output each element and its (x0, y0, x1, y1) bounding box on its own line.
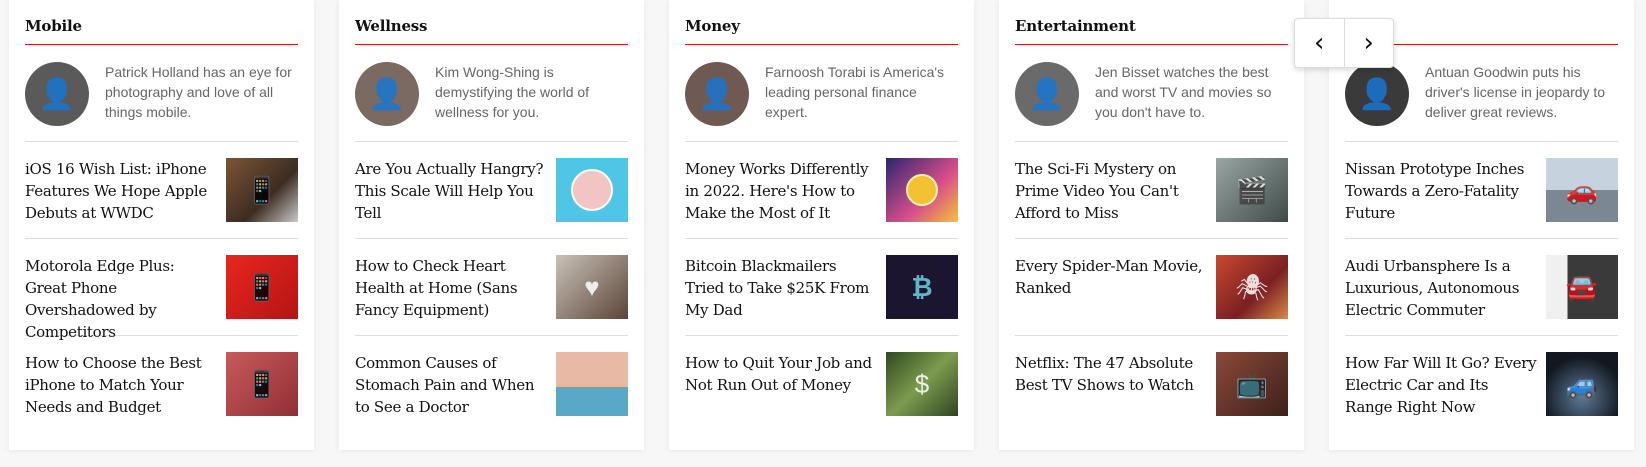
story-headline[interactable]: Common Causes of Stomach Pain and When t… (355, 352, 547, 418)
story-item[interactable]: Nissan Prototype Inches Towards a Zero-F… (1345, 142, 1618, 239)
category-card-mobile: Mobile 👤 Patrick Holland has an eye for … (9, 0, 314, 450)
person-icon: 👤 (1028, 77, 1066, 111)
story-thumbnail[interactable]: 🎬 (1216, 158, 1288, 222)
story-item[interactable]: Netflix: The 47 Absolute Best TV Shows t… (1015, 336, 1288, 433)
author-avatar[interactable]: 👤 (1345, 62, 1409, 126)
author-bio[interactable]: Farnoosh Torabi is America's leading per… (765, 62, 958, 122)
story-thumbnail[interactable]: $ (886, 352, 958, 416)
person-icon: 👤 (368, 77, 406, 111)
story-item[interactable]: The Sci-Fi Mystery on Prime Video You Ca… (1015, 142, 1288, 239)
story-thumbnail[interactable]: 🕷 (1216, 255, 1288, 319)
story-item[interactable]: Common Causes of Stomach Pain and When t… (355, 336, 628, 433)
story-item[interactable]: How to Choose the Best iPhone to Match Y… (25, 336, 298, 433)
story-item[interactable]: How to Check Heart Health at Home (Sans … (355, 239, 628, 336)
author-block[interactable]: 👤 Patrick Holland has an eye for photogr… (25, 45, 298, 142)
story-headline[interactable]: Every Spider-Man Movie, Ranked (1015, 255, 1207, 299)
carousel-controls: ‹ › (1294, 18, 1394, 68)
story-thumbnail[interactable]: 🚗 (1546, 158, 1618, 222)
story-thumbnail[interactable]: ₿ (886, 255, 958, 319)
story-item[interactable]: How Far Will It Go? Every Electric Car a… (1345, 336, 1618, 433)
author-avatar[interactable]: 👤 (685, 62, 749, 126)
story-headline[interactable]: How to Quit Your Job and Not Run Out of … (685, 352, 877, 396)
story-headline[interactable]: Are You Actually Hangry? This Scale Will… (355, 158, 547, 224)
author-avatar[interactable]: 👤 (1015, 62, 1079, 126)
coin-icon (906, 174, 938, 206)
story-headline[interactable]: Nissan Prototype Inches Towards a Zero-F… (1345, 158, 1537, 224)
story-item[interactable]: iOS 16 Wish List: iPhone Features We Hop… (25, 142, 298, 239)
story-item[interactable]: Every Spider-Man Movie, Ranked 🕷 (1015, 239, 1288, 336)
chevron-left-icon: ‹ (1314, 28, 1325, 58)
author-block[interactable]: 👤 Kim Wong-Shing is demystifying the wor… (355, 45, 628, 142)
category-title[interactable]: Money (685, 0, 958, 45)
author-bio[interactable]: Patrick Holland has an eye for photograp… (105, 62, 298, 122)
story-item[interactable]: Are You Actually Hangry? This Scale Will… (355, 142, 628, 239)
story-thumbnail[interactable]: 🚘 (1546, 255, 1618, 319)
author-bio[interactable]: Antuan Goodwin puts his driver's license… (1425, 62, 1618, 122)
scale-icon (571, 169, 613, 211)
story-item[interactable]: How to Quit Your Job and Not Run Out of … (685, 336, 958, 433)
story-headline[interactable]: Netflix: The 47 Absolute Best TV Shows t… (1015, 352, 1207, 396)
category-title[interactable]: Entertainment (1015, 0, 1288, 45)
phone-icon: 📱 (245, 174, 279, 205)
story-item[interactable]: Money Works Differently in 2022. Here's … (685, 142, 958, 239)
author-avatar[interactable]: 👤 (355, 62, 419, 126)
film-icon: 🎬 (1235, 174, 1269, 205)
author-bio[interactable]: Kim Wong-Shing is demystifying the world… (435, 62, 628, 122)
author-avatar[interactable]: 👤 (25, 62, 89, 126)
story-headline[interactable]: How Far Will It Go? Every Electric Car a… (1345, 352, 1537, 418)
story-thumbnail[interactable]: 📺 (1216, 352, 1288, 416)
story-headline[interactable]: iOS 16 Wish List: iPhone Features We Hop… (25, 158, 217, 224)
story-thumbnail[interactable]: ♥ (556, 255, 628, 319)
category-card-wellness: Wellness 👤 Kim Wong-Shing is demystifyin… (339, 0, 644, 450)
phone-icon: 📱 (245, 368, 279, 399)
story-item[interactable]: Audi Urbansphere Is a Luxurious, Autonom… (1345, 239, 1618, 336)
heart-icon: ♥ (584, 271, 600, 302)
phone-icon: 📱 (245, 271, 279, 302)
bitcoin-icon: ₿ (911, 271, 933, 302)
author-block[interactable]: 👤 Jen Bisset watches the best and worst … (1015, 45, 1288, 142)
person-icon: 👤 (38, 77, 76, 111)
chevron-right-icon: › (1363, 28, 1374, 58)
tv-icon: 📺 (1235, 368, 1269, 399)
story-thumbnail[interactable]: 🚙 (1546, 352, 1618, 416)
film-icon: 🕷 (1235, 271, 1269, 302)
story-item[interactable]: Motorola Edge Plus: Great Phone Overshad… (25, 239, 298, 341)
category-title[interactable]: Wellness (355, 0, 628, 45)
story-headline[interactable]: How to Choose the Best iPhone to Match Y… (25, 352, 217, 418)
category-card-entertainment: Entertainment 👤 Jen Bisset watches the b… (999, 0, 1304, 450)
story-thumbnail[interactable]: 📱 (226, 352, 298, 416)
carousel-next-button[interactable]: › (1343, 19, 1394, 67)
car-icon: 🚙 (1565, 368, 1599, 399)
car-icon: 🚗 (1565, 174, 1599, 205)
person-icon: 👤 (1358, 77, 1396, 111)
carousel-prev-button[interactable]: ‹ (1295, 19, 1344, 67)
story-headline[interactable]: Bitcoin Blackmailers Tried to Take $25K … (685, 255, 877, 321)
person-icon: 👤 (698, 77, 736, 111)
story-thumbnail[interactable]: 📱 (226, 158, 298, 222)
story-thumbnail[interactable]: 📱 (226, 255, 298, 319)
story-thumbnail[interactable] (886, 158, 958, 222)
category-title[interactable]: Mobile (25, 0, 298, 45)
story-headline[interactable]: Motorola Edge Plus: Great Phone Overshad… (25, 255, 217, 343)
author-bio[interactable]: Jen Bisset watches the best and worst TV… (1095, 62, 1288, 122)
story-thumbnail[interactable] (556, 158, 628, 222)
category-card-money: Money 👤 Farnoosh Torabi is America's lea… (669, 0, 974, 450)
story-headline[interactable]: How to Check Heart Health at Home (Sans … (355, 255, 547, 321)
money-icon: $ (914, 368, 930, 399)
story-headline[interactable]: The Sci-Fi Mystery on Prime Video You Ca… (1015, 158, 1207, 224)
story-headline[interactable]: Audi Urbansphere Is a Luxurious, Autonom… (1345, 255, 1537, 321)
story-item[interactable]: Bitcoin Blackmailers Tried to Take $25K … (685, 239, 958, 336)
car-icon: 🚘 (1565, 271, 1599, 302)
story-thumbnail[interactable] (556, 352, 628, 416)
story-headline[interactable]: Money Works Differently in 2022. Here's … (685, 158, 877, 224)
author-block[interactable]: 👤 Farnoosh Torabi is America's leading p… (685, 45, 958, 142)
